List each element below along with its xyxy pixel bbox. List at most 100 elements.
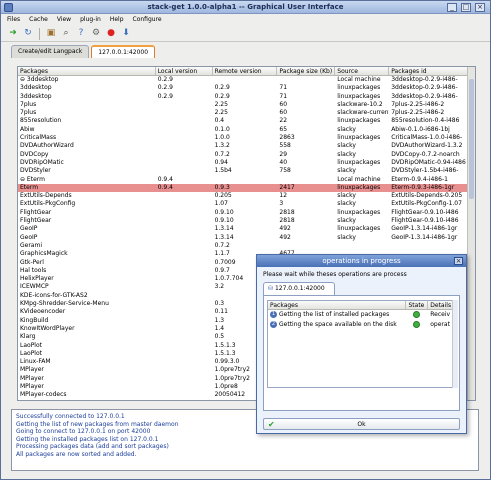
table-cell: Gerami (20, 241, 42, 249)
menu-plugin[interactable]: plug-in (80, 15, 101, 25)
table-cell (213, 76, 278, 84)
table-cell: 0.9.4 (157, 175, 173, 183)
col-packages-id[interactable]: Packages id (389, 67, 475, 75)
table-cell: 60 (279, 109, 288, 117)
help-icon[interactable]: ? (75, 28, 87, 40)
refresh-icon[interactable]: ↻ (22, 28, 34, 40)
table-row[interactable]: ExtUtils-Depends 0.205 12 slacky ExtUtils-De… (18, 192, 475, 200)
menu-cache[interactable]: Cache (29, 15, 48, 25)
table-row[interactable]: Abiw 0.1.0 65 slacky Abiw-0.1.0-i686-1bj (18, 126, 475, 134)
tab-langpack[interactable]: Create/edit Langpack (11, 45, 90, 58)
table-row[interactable]: DVDAuthorWizard 1.3.2 558 slacky DVDAuthorWi… (18, 142, 475, 150)
title-bar[interactable]: stack-get 1.0.0-alpha1 -- Graphical User… (1, 1, 490, 14)
table-row[interactable]: ⊖ Eterm 0.9.4 Local machine Eterm-0.9.4-i48… (18, 176, 475, 184)
log-line: Getting the installed packages list on 1… (16, 435, 159, 443)
dialog-title-bar[interactable]: operations in progress × (257, 255, 466, 267)
table-cell: ExtUtils-Depends-0.205 (391, 192, 463, 200)
table-row[interactable]: FlightGear 0.9.10 2818 slacky FlightGear-0.9… (18, 217, 475, 225)
green-arrow-icon[interactable]: ➜ (7, 28, 19, 40)
table-cell: slacky (337, 233, 356, 241)
table-cell: linuxpackages (337, 208, 381, 216)
operation-row: 1 Getting the list of installed packages … (268, 310, 455, 320)
table-cell (156, 117, 213, 125)
table-row[interactable]: FlightGear 0.9.10 2818 linuxpackages FlightG… (18, 209, 475, 217)
table-row[interactable]: ⊖ 3ddesktop 0.2.9 Local machine 3ddesktop-0… (18, 76, 475, 84)
table-cell (156, 101, 213, 109)
menu-configure[interactable]: Configure (133, 15, 162, 25)
table-cell (156, 292, 213, 300)
download-icon[interactable]: ⬇ (120, 28, 132, 40)
table-cell: FlightGear (20, 217, 52, 225)
table-row[interactable]: DVDCopy 0.7.2 29 slacky DVDCopy-0.7.2-noarch (18, 151, 475, 159)
table-cell: 2863 (279, 134, 295, 142)
table-cell: DVDStyler-1.5b4-i486- (391, 167, 459, 175)
col-packages[interactable]: Packages (18, 67, 156, 75)
search-icon[interactable]: ⌕ (60, 28, 72, 40)
dialog-scrollbar[interactable] (452, 300, 458, 388)
table-row[interactable]: Eterm 0.9.4 0.9.3 2417 linuxpackages Eterm-0.… (18, 183, 475, 193)
table-cell: slacky (337, 150, 356, 158)
menu-files[interactable]: Files (7, 15, 20, 25)
red-dot-icon[interactable]: ● (105, 28, 117, 40)
dialog-tab-label: 127.0.0.1:42000 (274, 285, 325, 292)
menu-view[interactable]: View (57, 15, 71, 25)
table-row[interactable]: DVDStyler 1.5b4 758 slacky DVDStyler-1.5b4-i… (18, 167, 475, 175)
col-remote-version[interactable]: Remote version (213, 67, 278, 75)
table-scrollbar[interactable] (467, 67, 475, 400)
col-source[interactable]: Source (335, 67, 390, 75)
table-row[interactable]: GeoIP 1.3.14 492 slacky GeoIP-1.3.14-i486-1g… (18, 234, 475, 242)
toolbar: ➜ ↻ ▣ ⌕ ? ⚙ ● ⬇ (1, 26, 490, 42)
table-cell (156, 109, 213, 117)
table-cell: Hal tools (20, 266, 47, 274)
table-row[interactable]: 855resolution 0.4 22 linuxpackages 855resolu… (18, 117, 475, 125)
col-op-state: State (406, 301, 429, 309)
operation-detail: Receiv (430, 311, 451, 318)
ok-button[interactable]: ✔ Ok (263, 418, 460, 430)
table-cell: 0.7.2 (214, 150, 230, 158)
table-cell: slacky (337, 142, 356, 150)
table-cell (156, 200, 213, 208)
table-cell: Local machine (337, 175, 381, 183)
table-row[interactable]: 3ddesktop 0.2.9 0.2.9 71 linuxpackages 3ddesk… (18, 84, 475, 92)
table-cell: MPlayer (20, 374, 44, 382)
table-cell: KMpg-Shredder-Service-Menu (20, 300, 109, 308)
table-cell (156, 259, 213, 267)
table-row[interactable]: CriticalMass 1.0.0 2863 linuxpackages Critic… (18, 134, 475, 142)
operation-text: Getting the space available on the disk (279, 321, 397, 328)
table-cell: 0.9.4 (157, 183, 173, 191)
table-row[interactable]: Gerami 0.7.2 (18, 242, 475, 250)
table-cell: 40 (279, 158, 288, 166)
package-icon[interactable]: ▣ (45, 28, 57, 40)
minimize-button[interactable]: _ (447, 3, 457, 12)
table-cell: 3 (279, 200, 284, 208)
maximize-button[interactable]: □ (461, 3, 471, 12)
table-row[interactable]: DVDRipOMatic 0.94 40 linuxpackages DVDRipOMa… (18, 159, 475, 167)
table-cell: 71 (279, 84, 288, 92)
ok-button-label: Ok (357, 421, 366, 428)
table-cell (156, 275, 213, 283)
table-cell: 65 (279, 125, 288, 133)
tab-server[interactable]: 127.0.0.1:42000 (91, 45, 156, 58)
col-local-version[interactable]: Local version (156, 67, 213, 75)
table-cell: Abiw (20, 125, 35, 133)
table-cell: 558 (279, 142, 291, 150)
table-cell: 2818 (279, 208, 295, 216)
table-cell (335, 242, 389, 250)
table-cell: DVDAuthorWizard (20, 142, 74, 150)
dialog-message: Please wait while theses operations are … (263, 271, 407, 278)
table-row[interactable]: ExtUtils-PkgConfig 1.07 3 slacky ExtUtils-Pk… (18, 200, 475, 208)
table-cell: FlightGear-0.9.10-i486 (391, 208, 459, 216)
close-button[interactable]: × (475, 3, 485, 12)
settings-icon[interactable]: ⚙ (90, 28, 102, 40)
table-cell: 0.2.9 (214, 84, 230, 92)
table-row[interactable]: 7plus 2.25 60 slackware-current 7plus-2.25-i… (18, 109, 475, 117)
table-row[interactable]: GeoIP 1.3.14 492 linuxpackages GeoIP-1.3.14-… (18, 225, 475, 233)
table-row[interactable]: 3ddesktop 0.2.9 0.2.9 71 linuxpackages 3ddesk… (18, 93, 475, 101)
dialog-tab[interactable]: ⛁ 127.0.0.1:42000 (263, 282, 335, 295)
operation-text: Getting the list of installed packages (279, 311, 390, 318)
scroll-thumb[interactable] (469, 79, 474, 199)
dialog-close-button[interactable]: × (454, 257, 463, 265)
menu-help[interactable]: Help (110, 15, 124, 25)
table-row[interactable]: 7plus 2.25 60 slackware-10.2 7plus-2.25-i486… (18, 101, 475, 109)
col-package-size[interactable]: Package size (Kb) (277, 67, 336, 75)
